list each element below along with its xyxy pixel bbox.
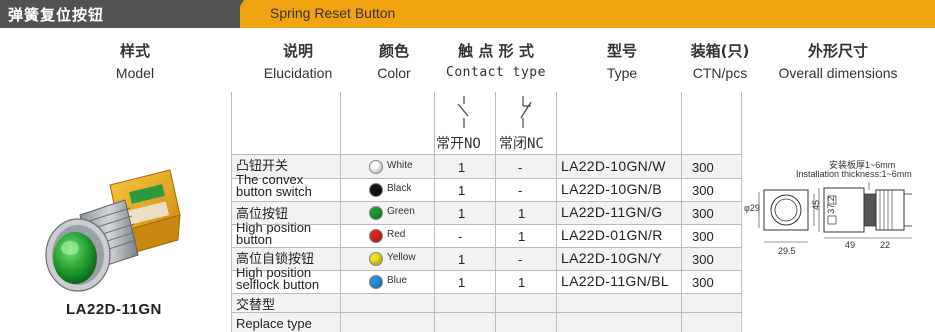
dim-front-width: 29.5 — [778, 246, 796, 256]
carton-quantity: 300 — [692, 160, 714, 175]
color-swatch — [369, 252, 383, 266]
no-contact-count: 1 — [458, 206, 466, 221]
category-replace-en: Replace type — [236, 316, 312, 331]
no-contact-count: 1 — [458, 183, 466, 198]
header-elucidation: 说明 Elucidation — [248, 40, 348, 84]
header-ctn-cn: 装箱(只) — [690, 42, 750, 60]
nc-contact-count: - — [518, 160, 523, 175]
header-model-en: Model — [115, 65, 155, 81]
color-name: Yellow — [387, 252, 416, 263]
dim-height-1: 37.2 — [825, 196, 836, 214]
category-convex: 凸钮开关 The convex button switch — [236, 155, 340, 198]
color-swatch — [369, 183, 383, 197]
model-number: LA22D-11GN/BL — [561, 273, 669, 289]
banner-title-en: Spring Reset Button — [270, 5, 396, 21]
normally-open-symbol — [457, 96, 469, 128]
color-swatch — [369, 160, 383, 174]
header-dims-en: Overall dimensions — [778, 65, 898, 81]
nc-contact-count: - — [518, 252, 523, 267]
header-type-cn: 型号 — [606, 42, 637, 60]
vline-3 — [434, 92, 435, 332]
color-name: Red — [387, 229, 406, 240]
color-swatch — [369, 206, 383, 220]
header-model: 样式 Model — [95, 40, 175, 84]
color-swatch — [369, 229, 383, 243]
header-contact: 触 点 形 式 Contact type — [434, 40, 558, 84]
category-high-position: 高位按钮 High position button — [236, 203, 340, 246]
model-number: LA22D-10GN/Y — [561, 250, 662, 266]
category-high-en-2: button — [236, 232, 273, 247]
vline-5 — [556, 92, 557, 332]
panel-thickness-en: Installation thickness:1~6mm — [796, 169, 912, 179]
header-ctn: 装箱(只) CTN/pcs — [680, 40, 760, 84]
nc-contact-count: 1 — [518, 206, 526, 221]
model-number: LA22D-10GN/W — [561, 158, 666, 174]
dim-length: 49 — [845, 240, 856, 250]
header-ctn-en: CTN/pcs — [692, 65, 748, 81]
color-swatch — [369, 275, 383, 289]
contact-nc-label: 常闭NC — [499, 136, 544, 152]
no-contact-count: 1 — [458, 252, 466, 267]
header-contact-en: Contact type — [446, 65, 546, 80]
model-number: LA22D-10GN/B — [561, 181, 662, 197]
dim-thickness: 22 — [880, 240, 891, 250]
color-name: Blue — [387, 275, 408, 286]
carton-quantity: 300 — [692, 206, 714, 221]
vline-4 — [495, 92, 496, 332]
vline-7 — [741, 92, 742, 332]
header-color-cn: 颜色 — [378, 42, 409, 60]
category-selflock-en-2: selflock button — [236, 277, 320, 292]
color-name: Black — [387, 183, 412, 194]
header-color: 颜色 Color — [364, 40, 424, 84]
contact-no-label: 常开NO — [436, 136, 481, 152]
nc-contact-count: 1 — [518, 229, 526, 244]
product-photo — [45, 169, 181, 292]
color-name: White — [387, 160, 413, 171]
product-model-label: LA22D-11GN — [66, 301, 162, 318]
header-model-cn: 样式 — [119, 42, 150, 60]
carton-quantity: 300 — [692, 229, 714, 244]
normally-closed-symbol — [520, 96, 532, 128]
header-elucidation-en: Elucidation — [263, 65, 333, 81]
model-number: LA22D-11GN/G — [561, 204, 663, 220]
color-name: Green — [387, 206, 415, 217]
no-contact-count: 1 — [458, 275, 466, 290]
nc-contact-count: 1 — [518, 275, 526, 290]
model-number: LA22D-01GN/R — [561, 227, 663, 243]
dim-diameter: φ29 — [744, 203, 760, 213]
header-type-en: Type — [606, 65, 638, 81]
category-replace: 交替型 Replace type — [236, 294, 340, 330]
no-contact-count: 1 — [458, 160, 466, 175]
vline-1 — [231, 92, 232, 332]
header-type: 型号 Type — [584, 40, 660, 84]
hline-3 — [231, 201, 741, 202]
category-convex-en-2: button switch — [236, 184, 312, 199]
no-contact-count: - — [458, 229, 463, 244]
header-color-en: Color — [377, 65, 411, 81]
header-contact-cn: 触 点 形 式 — [458, 42, 534, 60]
dim-height-2: 45 — [811, 199, 822, 211]
banner-notch — [226, 0, 244, 28]
header-dims-cn: 外形尺寸 — [807, 42, 868, 60]
nc-contact-count: - — [518, 183, 523, 198]
vline-6 — [681, 92, 682, 332]
carton-quantity: 300 — [692, 252, 714, 267]
category-replace-cn: 交替型 — [236, 298, 276, 313]
header-elucidation-cn: 说明 — [282, 42, 313, 60]
category-selflock: 高位自锁按钮 High position selflock button — [236, 248, 340, 291]
header-dims: 外形尺寸 Overall dimensions — [768, 40, 908, 84]
vline-2 — [340, 92, 341, 332]
banner-title-cn: 弹簧复位按钮 — [8, 6, 105, 24]
carton-quantity: 300 — [692, 183, 714, 198]
carton-quantity: 300 — [692, 275, 714, 290]
